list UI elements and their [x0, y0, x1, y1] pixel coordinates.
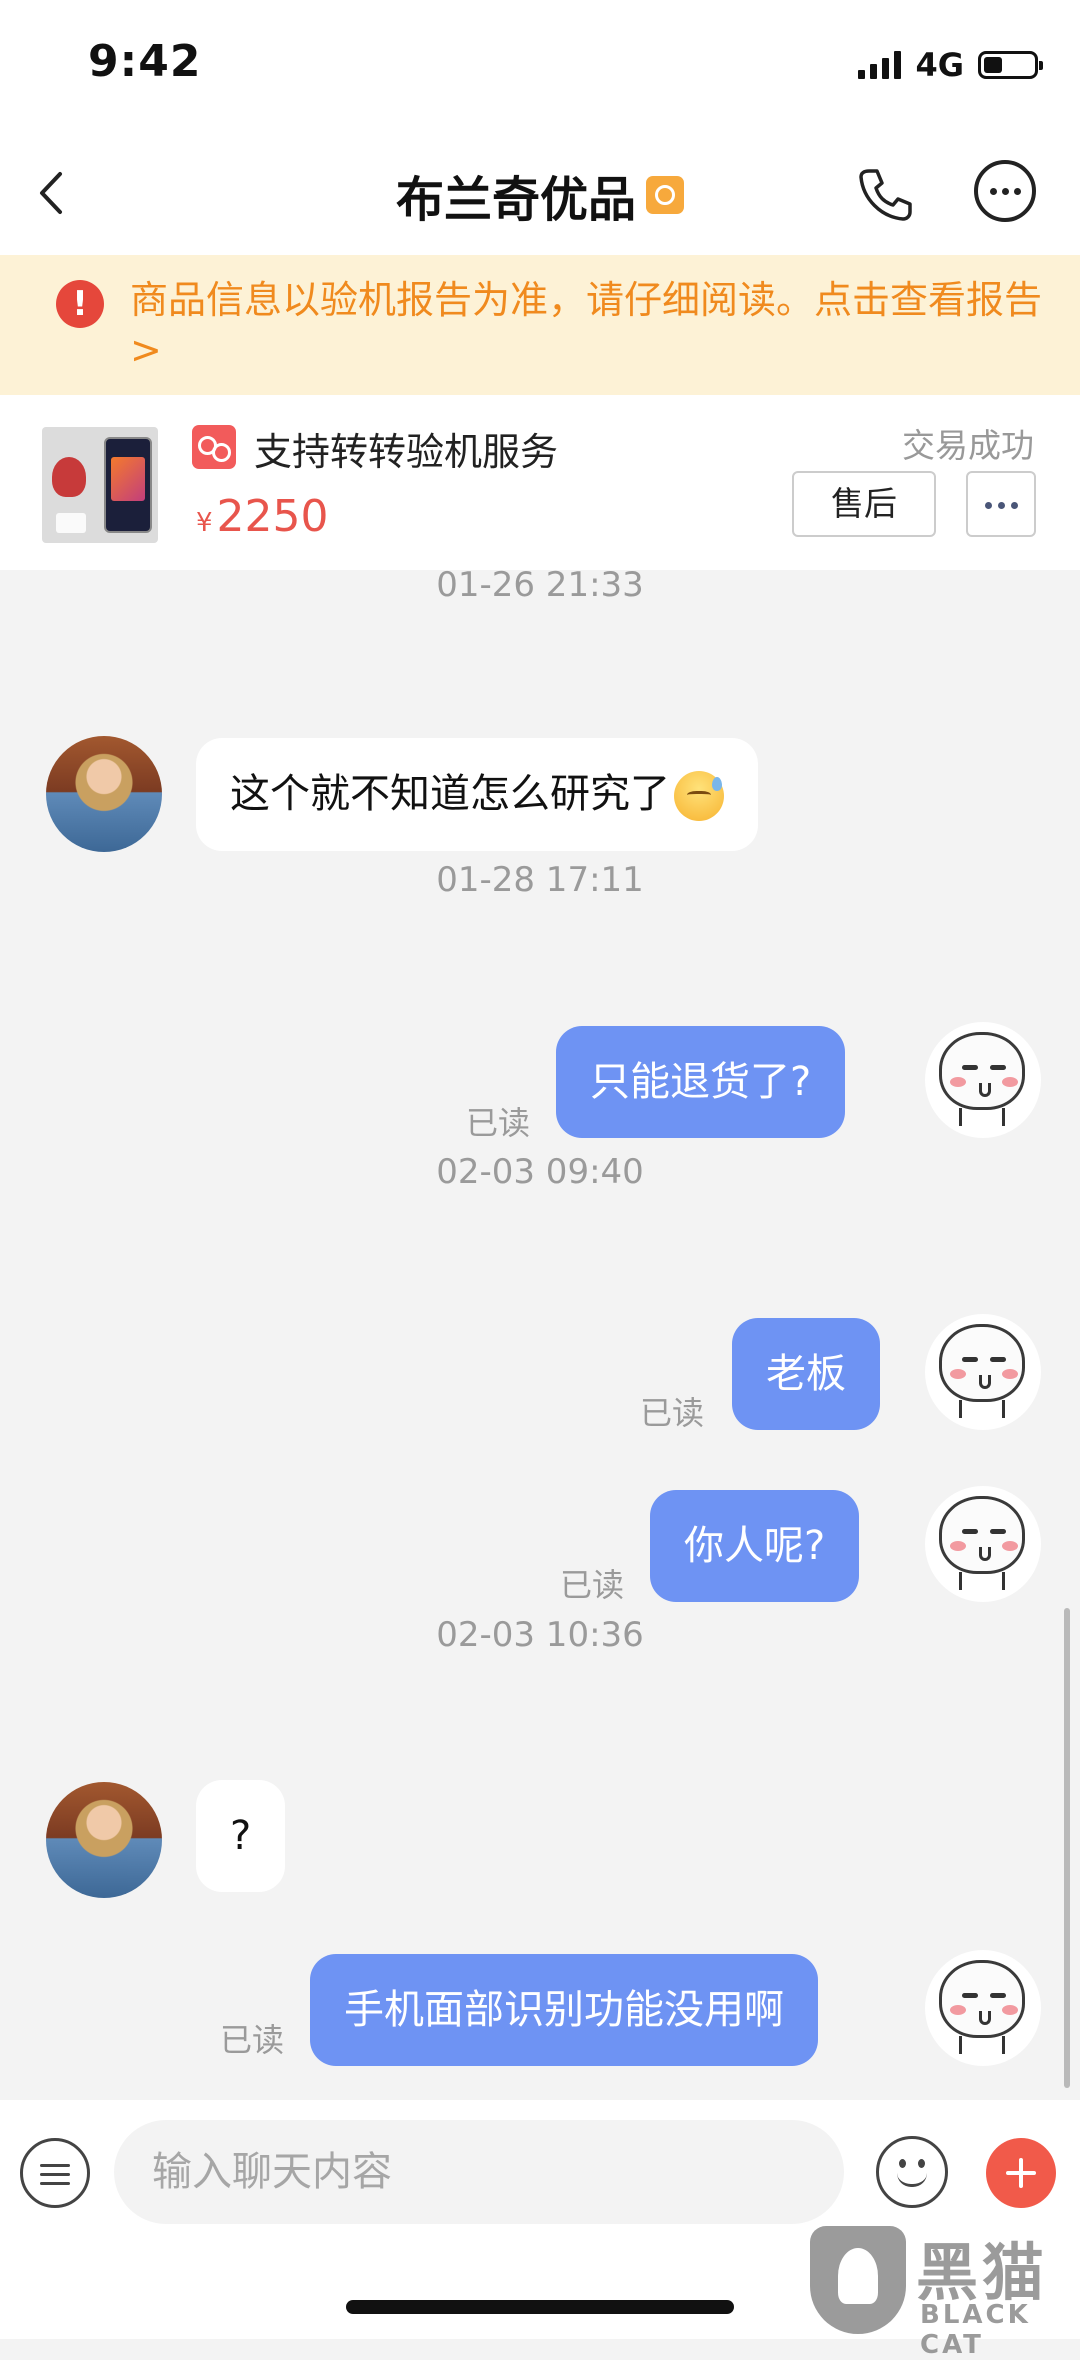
message-bubble-outgoing[interactable]: 手机面部识别功能没用啊	[310, 1954, 818, 2066]
signal-icon	[858, 51, 902, 79]
phone-icon[interactable]	[855, 165, 915, 225]
service-label: 支持转转验机服务	[254, 430, 559, 474]
chat-scrollbar[interactable]	[1064, 1608, 1070, 2088]
product-card[interactable]: 支持转转验机服务 ¥2250 交易成功 售后	[0, 395, 1080, 570]
plus-icon[interactable]	[986, 2138, 1056, 2208]
watermark-cn: 黑猫	[916, 2236, 1049, 2309]
read-receipt: 已读	[466, 1104, 531, 1142]
more-icon[interactable]	[974, 160, 1036, 222]
message-bubble-incoming[interactable]: 这个就不知道怎么研究了	[196, 738, 758, 851]
network-type: 4G	[915, 46, 964, 84]
status-indicators: 4G	[858, 46, 1043, 84]
blackcat-watermark: 黑猫 BLACK CAT	[810, 2222, 1080, 2360]
message-text: ?	[230, 1813, 252, 1859]
trade-status: 交易成功	[902, 426, 1034, 465]
message-text: 老板	[766, 1351, 846, 1397]
message-timestamp: 01-26 21:33	[436, 565, 644, 605]
watermark-en: BLACK CAT	[920, 2300, 1031, 2360]
verified-badge-icon	[646, 176, 684, 214]
blackcat-logo-icon	[810, 2226, 906, 2334]
notice-text[interactable]: 商品信息以验机报告为准，请仔细阅读。点击查看报告>	[130, 275, 1050, 375]
read-receipt: 已读	[560, 1566, 625, 1604]
message-text: 手机面部识别功能没用啊	[344, 1987, 784, 2033]
seller-avatar[interactable]	[46, 1782, 162, 1898]
user-avatar[interactable]	[925, 1950, 1041, 2066]
read-receipt: 已读	[220, 2021, 285, 2059]
nav-bar: 布兰奇优品	[0, 130, 1080, 255]
product-price: ¥2250	[196, 491, 329, 542]
chat-area[interactable]: 01-26 21:33 这个就不知道怎么研究了 01-28 17:11 已读 只…	[0, 565, 1080, 2100]
status-time: 9:42	[88, 36, 202, 87]
battery-icon	[978, 51, 1043, 79]
after-sale-button[interactable]: 售后	[792, 471, 936, 537]
message-timestamp: 02-03 09:40	[436, 1152, 644, 1192]
page-title: 布兰奇优品	[395, 172, 636, 228]
status-bar: 9:42 4G	[0, 0, 1080, 130]
message-bubble-incoming[interactable]: ?	[196, 1780, 286, 1892]
message-timestamp: 02-03 10:36	[436, 1615, 644, 1655]
alert-icon: !	[56, 280, 104, 328]
message-bubble-outgoing[interactable]: 只能退货了?	[556, 1026, 846, 1138]
inspection-notice-banner[interactable]: ! 商品信息以验机报告为准，请仔细阅读。点击查看报告>	[0, 255, 1080, 395]
message-timestamp: 01-28 17:11	[436, 860, 644, 900]
chat-input[interactable]	[114, 2120, 844, 2224]
user-avatar[interactable]	[925, 1314, 1041, 1430]
read-receipt: 已读	[640, 1394, 705, 1432]
emoji-icon[interactable]	[876, 2136, 948, 2208]
price-value: 2250	[216, 491, 329, 542]
product-thumbnail[interactable]	[42, 427, 158, 543]
seller-avatar[interactable]	[46, 736, 162, 852]
menu-icon[interactable]	[20, 2138, 90, 2208]
message-text: 你人呢?	[684, 1523, 826, 1569]
service-icon	[192, 425, 236, 469]
nav-title-group: 布兰奇优品	[0, 160, 1080, 230]
product-more-button[interactable]	[966, 471, 1036, 537]
user-avatar[interactable]	[925, 1486, 1041, 1602]
home-indicator[interactable]	[346, 2300, 734, 2314]
message-text: 这个就不知道怎么研究了	[230, 771, 670, 817]
user-avatar[interactable]	[925, 1022, 1041, 1138]
message-bubble-outgoing[interactable]: 你人呢?	[650, 1490, 860, 1602]
currency-symbol: ¥	[196, 508, 213, 538]
message-text: 只能退货了?	[590, 1059, 812, 1105]
sad-sweat-emoji-icon	[674, 771, 724, 821]
message-bubble-outgoing[interactable]: 老板	[732, 1318, 880, 1430]
